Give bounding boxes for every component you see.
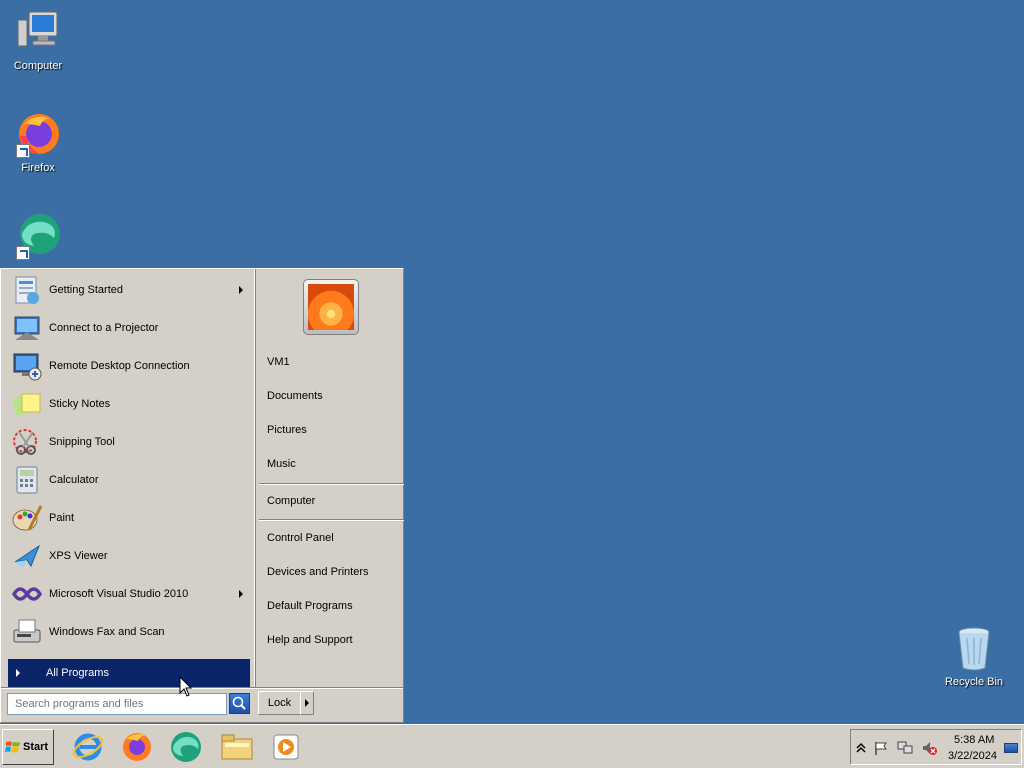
place-help-and-support[interactable]: Help and Support [267,631,353,649]
program-label: Remote Desktop Connection [49,360,190,372]
desktop-icon-computer[interactable]: Computer [0,8,76,72]
desktop-icon-firefox[interactable]: Firefox [0,110,76,174]
taskbar-edge[interactable] [168,729,204,765]
lock-options-arrow-button[interactable] [300,691,314,715]
fax-scan-icon [11,616,43,648]
network-icon[interactable] [897,740,913,756]
place-devices-and-printers[interactable]: Devices and Printers [267,563,369,581]
visual-studio-icon [11,578,43,610]
search-input[interactable] [7,693,227,715]
edge-icon [171,732,201,762]
clock-time[interactable]: 5:38 AM [954,734,994,746]
program-remote-desktop[interactable]: Remote Desktop Connection [3,347,253,385]
action-center-flag-icon[interactable] [873,740,889,756]
place-user-vm1[interactable]: VM1 [267,353,290,371]
paint-icon [11,502,43,534]
start-button[interactable]: Start [2,729,54,765]
desktop-icon-label: Firefox [21,162,55,174]
program-label: Windows Fax and Scan [49,626,165,638]
program-getting-started[interactable]: Getting Started [3,271,253,309]
xps-viewer-icon [11,540,43,572]
firefox-icon [14,110,62,158]
program-sticky-notes[interactable]: Sticky Notes [3,385,253,423]
program-calculator[interactable]: Calculator [3,461,253,499]
shortcut-arrow-icon [16,144,30,158]
start-menu-bottom-bar: Lock [1,687,403,722]
sticky-notes-icon [11,388,43,420]
recycle-bin-icon [950,624,998,672]
start-label: Start [23,741,49,753]
submenu-arrow-icon [239,590,243,598]
mouse-cursor-icon [179,676,193,697]
explorer-icon [221,734,253,760]
taskbar-internet-explorer[interactable] [70,729,106,765]
place-computer[interactable]: Computer [267,492,315,510]
start-menu: Getting Started Connect to a Projector R… [0,268,404,723]
chevron-right-icon [16,669,20,677]
windows-logo-icon [5,741,20,753]
program-label: Microsoft Visual Studio 2010 [49,588,189,600]
program-paint[interactable]: Paint [3,499,253,537]
show-hidden-icon[interactable] [853,740,869,756]
system-tray: 5:38 AM 3/22/2024 [850,729,1022,765]
all-programs-label: All Programs [46,667,109,679]
submenu-arrow-icon [239,286,243,294]
snipping-tool-icon [11,426,43,458]
shortcut-arrow-icon [16,246,30,260]
user-picture-avatar[interactable] [303,279,359,335]
taskbar: Start 5:38 AM 3/22/2024 [0,724,1024,768]
program-label: Calculator [49,474,99,486]
place-music[interactable]: Music [267,455,296,473]
remote-desktop-icon [11,350,43,382]
firefox-icon [123,733,151,761]
clock-date[interactable]: 3/22/2024 [948,750,997,762]
program-visual-studio-2010[interactable]: Microsoft Visual Studio 2010 [3,575,253,613]
search-button[interactable] [229,693,250,714]
program-snipping-tool[interactable]: Snipping Tool [3,423,253,461]
place-default-programs[interactable]: Default Programs [267,597,353,615]
internet-explorer-icon [72,733,104,761]
place-pictures[interactable]: Pictures [267,421,307,439]
flower-icon [308,284,354,330]
search-icon [232,696,246,710]
desktop-icon-recycle-bin[interactable]: Recycle Bin [936,624,1012,688]
program-connect-to-projector[interactable]: Connect to a Projector [3,309,253,347]
program-windows-fax-and-scan[interactable]: Windows Fax and Scan [3,613,253,651]
program-label: Getting Started [49,284,123,296]
desktop-icon-label: Computer [13,60,63,72]
all-programs-button[interactable]: All Programs [8,659,250,687]
taskbar-firefox[interactable] [119,729,155,765]
calculator-icon [11,464,43,496]
program-label: Snipping Tool [49,436,115,448]
desktop-icon-edge[interactable] [0,212,76,264]
taskbar-media-player[interactable] [268,729,304,765]
program-label: Sticky Notes [49,398,111,410]
media-player-icon [273,734,299,760]
place-documents[interactable]: Documents [267,387,323,405]
start-menu-program-list: Getting Started Connect to a Projector R… [3,271,253,687]
getting-started-icon [11,274,43,306]
taskbar-windows-explorer[interactable] [219,729,255,765]
place-control-panel[interactable]: Control Panel [267,529,334,547]
program-label: XPS Viewer [49,550,108,562]
places-separator [259,483,404,485]
lock-button[interactable]: Lock [258,691,301,715]
computer-icon [14,8,62,56]
places-separator [259,519,404,521]
program-label: Connect to a Projector [49,322,159,334]
program-label: Paint [49,512,75,524]
start-menu-places: VM1 Documents Pictures Music Computer Co… [254,269,404,687]
edge-icon [14,212,62,260]
desktop-icon-label: Recycle Bin [944,676,1004,688]
program-xps-viewer[interactable]: XPS Viewer [3,537,253,575]
projector-icon [11,312,43,344]
show-desktop-button[interactable] [1004,743,1018,753]
volume-muted-icon[interactable] [921,740,937,756]
